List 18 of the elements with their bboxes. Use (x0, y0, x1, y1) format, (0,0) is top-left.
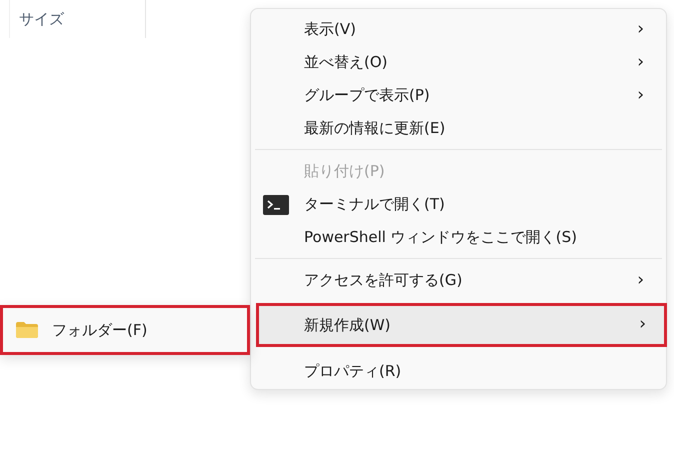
chevron-icon: › (637, 16, 644, 42)
menu-item[interactable]: 表示(V) › (255, 13, 662, 46)
chevron-icon: › (639, 312, 646, 338)
chevron-icon: › (637, 82, 644, 108)
chevron-icon: › (637, 50, 644, 76)
menu-item[interactable]: 最新の情報に更新(E) (255, 112, 662, 145)
folder-icon (16, 322, 38, 338)
terminal-icon (263, 194, 289, 214)
menu-item[interactable]: 新規作成(W) › (256, 303, 667, 347)
menu-item[interactable]: 並べ替え(O) › (255, 46, 662, 79)
menu-item[interactable]: ターミナルで開く(T) (255, 188, 662, 221)
menu-item[interactable]: アクセスを許可する(G) › (255, 264, 662, 297)
chevron-icon: › (637, 268, 644, 294)
menu-item[interactable]: PowerShell ウィンドウをここで開く(S) (255, 221, 662, 254)
column-header[interactable]: サイズ (9, 0, 146, 38)
menu-item[interactable]: グループで表示(P) › (255, 79, 662, 112)
menu-item[interactable]: プロパティ(R) (255, 355, 662, 388)
menu-item[interactable]: フォルダー(F) (0, 305, 250, 355)
